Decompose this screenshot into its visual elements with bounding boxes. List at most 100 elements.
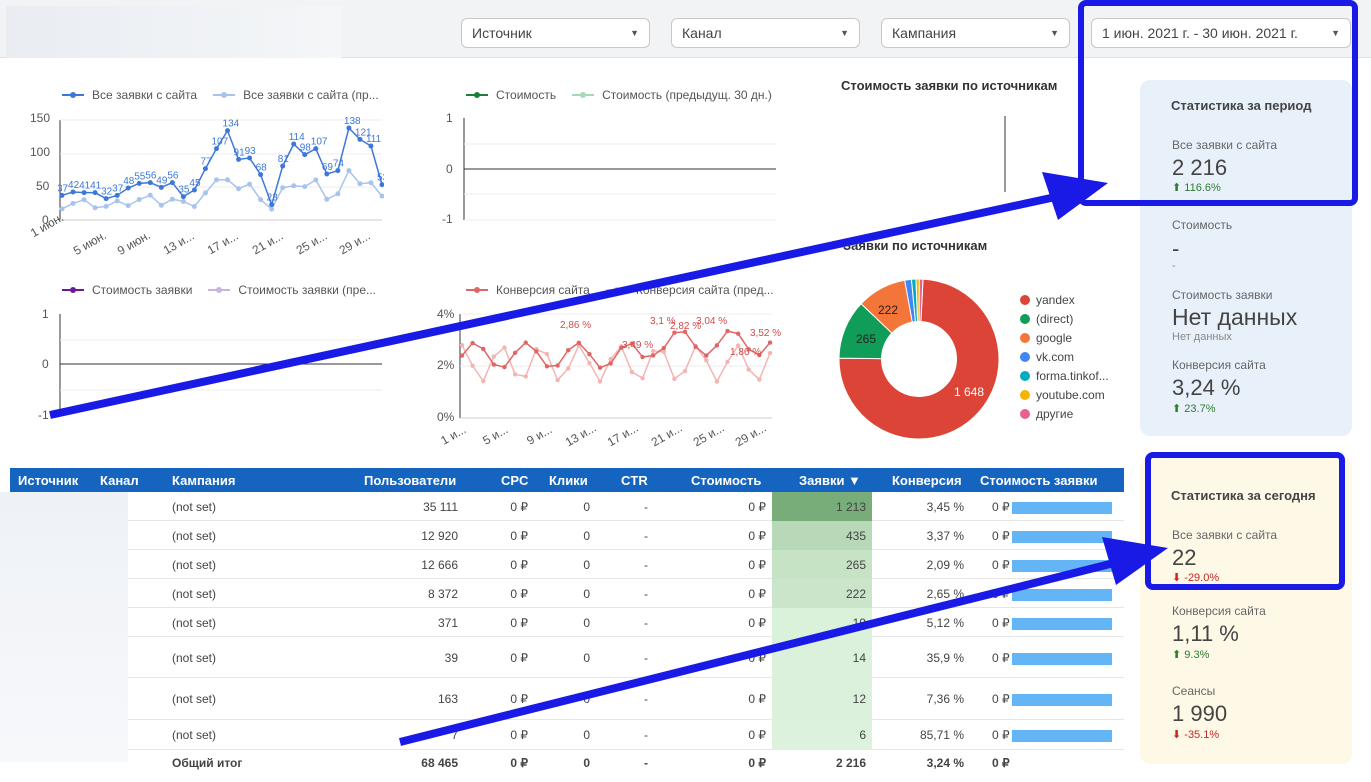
- cell-ctr: -: [644, 616, 648, 630]
- legend-item: Стоимость: [496, 88, 557, 102]
- vk-dot: [1020, 351, 1030, 362]
- data-point: [502, 345, 507, 350]
- request-cost-bar: [1012, 730, 1112, 742]
- request-cost-bar: [1012, 560, 1112, 572]
- cell-campaign: (not set): [172, 558, 217, 572]
- donut-hole: [881, 321, 957, 397]
- legend-item[interactable]: (direct): [1020, 309, 1109, 328]
- request-cost-bar: [1012, 589, 1112, 601]
- table-row[interactable]: ral(not set)3710 ₽0-0 ₽195,12 %0 ₽: [10, 608, 1124, 637]
- data-point: [757, 377, 762, 382]
- data-point: [59, 206, 65, 212]
- total-cost: 0 ₽: [748, 756, 766, 770]
- column-header[interactable]: Канал: [100, 473, 139, 488]
- conversion-chart-legend: Конверсия сайта Конверсия сайта (пред...: [466, 283, 774, 297]
- legend-item: Все заявки с сайта (пр...: [243, 88, 379, 102]
- cell-campaign: (not set): [172, 500, 217, 514]
- data-point: [481, 346, 486, 352]
- request-cost-bar: [1012, 531, 1112, 543]
- youtube-dot: [1020, 389, 1030, 400]
- cell-cpc: 0 ₽: [510, 728, 528, 742]
- column-header[interactable]: Источник: [18, 473, 78, 488]
- column-header[interactable]: Клики: [549, 473, 588, 488]
- data-point: [523, 340, 528, 345]
- table-row[interactable]: ral(not set)1630 ₽0-0 ₽127,36 %0 ₽: [10, 678, 1124, 720]
- campaign-filter[interactable]: Кампания ▼: [881, 18, 1070, 48]
- column-header-sorted[interactable]: Заявки ▼: [799, 473, 861, 488]
- table-body: ral(not set)35 1110 ₽0-0 ₽1 2133,45 %0 ₽…: [10, 492, 1124, 782]
- data-point: [258, 197, 264, 203]
- legend-label: youtube.com: [1036, 387, 1105, 402]
- cell-clicks: 0: [583, 692, 590, 706]
- x-tick: 9 июн.: [114, 228, 153, 258]
- legend-item[interactable]: forma.tinkof...: [1020, 366, 1109, 385]
- column-header[interactable]: CTR: [621, 473, 648, 488]
- x-tick: 25 и...: [690, 420, 727, 450]
- cell-cost: 0 ₽: [748, 587, 766, 601]
- sources-table: Источник Канал Кампания Пользователи CPC…: [10, 468, 1124, 782]
- table-row[interactable]: e)(not set)12 6660 ₽0-0 ₽2652,09 %0 ₽: [10, 550, 1124, 579]
- y-tick: 150: [30, 111, 51, 125]
- legend-item[interactable]: vk.com: [1020, 347, 1109, 366]
- column-header[interactable]: Конверсия: [892, 473, 962, 488]
- cell-ctr: -: [644, 728, 648, 742]
- data-label: 42: [68, 180, 80, 191]
- cell-users: 8 372: [427, 587, 458, 601]
- data-point: [714, 343, 720, 348]
- cell-requests: 1 213: [835, 500, 866, 514]
- data-point: [470, 340, 475, 346]
- cell-cost: 0 ₽: [748, 558, 766, 572]
- data-point: [92, 205, 98, 211]
- data-point: [335, 191, 341, 197]
- data-label: 32: [101, 187, 113, 198]
- data-point: [640, 354, 645, 360]
- cell-cost: 0 ₽: [748, 500, 766, 514]
- data-point: [147, 192, 153, 198]
- data-point: [725, 328, 730, 334]
- column-header[interactable]: Стоимость заявки: [980, 473, 1098, 488]
- kpi-delta: ⬆ 23.7%: [1172, 402, 1215, 415]
- legend-item[interactable]: yandex: [1020, 290, 1109, 309]
- legend-label: forma.tinkof...: [1036, 368, 1109, 383]
- kpi-value: 1,11 %: [1172, 621, 1239, 646]
- data-label: 98: [300, 143, 312, 154]
- cell-users: 163: [437, 692, 458, 706]
- cell-users: 371: [437, 616, 458, 630]
- legend-item[interactable]: youtube.com: [1020, 385, 1109, 404]
- table-row[interactable]: ral(not set)35 1110 ₽0-0 ₽1 2133,45 %0 ₽: [10, 492, 1124, 521]
- legend-item[interactable]: другие: [1020, 404, 1109, 423]
- data-label: 107: [211, 137, 228, 148]
- kpi-value: 3,24 %: [1172, 375, 1241, 400]
- conversion-line-chart: [459, 313, 773, 419]
- y-tick: 0%: [437, 410, 455, 424]
- slice-label: 222: [878, 303, 898, 317]
- legend-item[interactable]: google: [1020, 328, 1109, 347]
- cell-users: 7: [451, 728, 458, 742]
- column-header[interactable]: Стоимость: [691, 473, 761, 488]
- column-header[interactable]: Кампания: [172, 473, 235, 488]
- cell-cpc: 0 ₽: [510, 587, 528, 601]
- table-row[interactable]: nic(not set)8 3720 ₽0-0 ₽2222,65 %0 ₽: [10, 579, 1124, 608]
- data-point: [302, 184, 308, 190]
- kpi-value: Нет данных: [1172, 304, 1298, 330]
- series-swatch: [62, 287, 84, 293]
- table-row[interactable]: nic(not set)12 9200 ₽0-0 ₽4353,37 %0 ₽: [10, 521, 1124, 550]
- table-row[interactable]: ral(not set)70 ₽0-0 ₽685,71 %0 ₽: [10, 720, 1124, 750]
- kpi-label: Стоимость заявки: [1172, 288, 1273, 302]
- channel-filter[interactable]: Канал ▼: [671, 18, 860, 48]
- direct-dot: [1020, 313, 1030, 324]
- google-dot: [1020, 332, 1030, 343]
- column-header[interactable]: Пользователи: [364, 473, 456, 488]
- y-tick: 100: [30, 145, 51, 159]
- cell-requests: 222: [845, 587, 866, 601]
- source-filter[interactable]: Источник ▼: [461, 18, 650, 48]
- redacted-area: [0, 492, 128, 762]
- data-point: [502, 364, 507, 370]
- data-label: 41: [90, 181, 102, 192]
- data-point: [324, 196, 330, 202]
- data-point: [346, 168, 352, 174]
- table-row[interactable]: ral(not set)390 ₽0-0 ₽1435,9 %0 ₽: [10, 637, 1124, 678]
- cell-clicks: 0: [583, 558, 590, 572]
- column-header[interactable]: CPC: [501, 473, 528, 488]
- kpi-value: 1 990: [1172, 701, 1228, 726]
